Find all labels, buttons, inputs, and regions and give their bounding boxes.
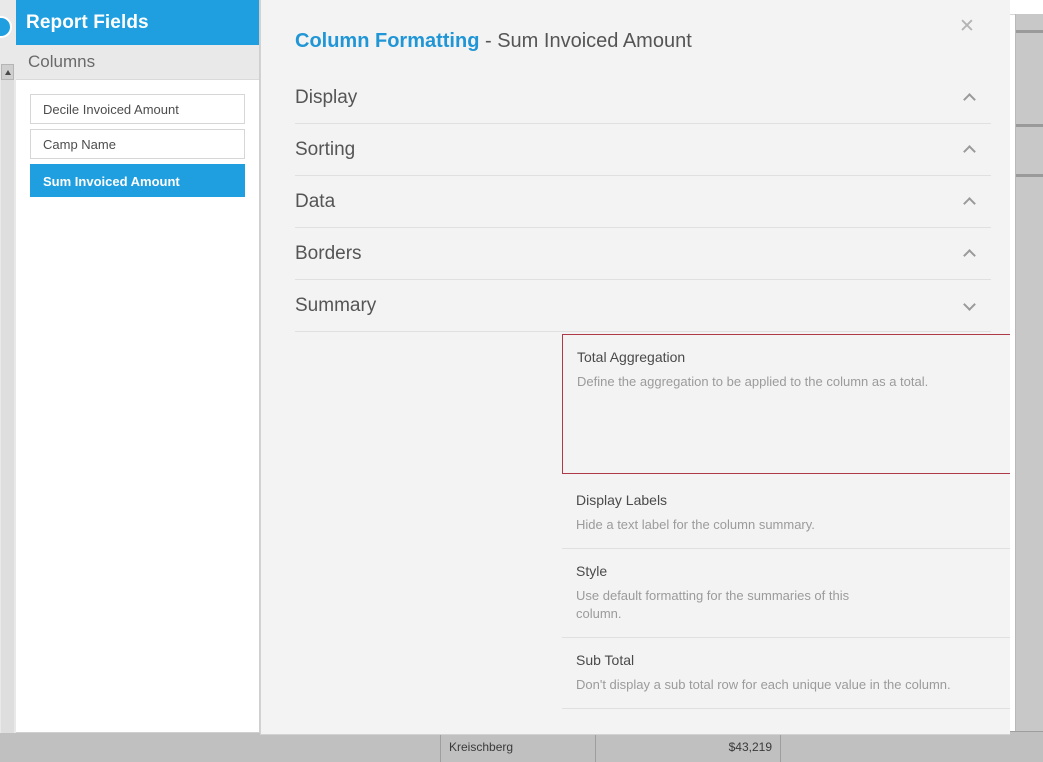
summary-panel: Total Aggregation Define the aggregation… [562, 334, 1010, 709]
accordion-label: Sorting [295, 138, 356, 160]
dialog-title: Column Formatting - Sum Invoiced Amount [295, 30, 692, 53]
setting-description: Hide a text label for the column summary… [576, 517, 815, 532]
column-formatting-dialog: ✕ Column Formatting - Sum Invoiced Amoun… [260, 0, 1010, 735]
setting-title: Display Labels [576, 492, 668, 508]
left-rail [0, 0, 17, 733]
table-cell-camp-name: Kreischberg [440, 732, 595, 762]
panel-rule [1016, 124, 1043, 127]
style-setting: Style Use default formatting for the sum… [562, 549, 1010, 638]
accordion-label: Borders [295, 242, 362, 264]
table-cell-trailing [780, 732, 1043, 762]
accordion-label: Summary [295, 294, 377, 316]
panel-rule [1016, 30, 1043, 33]
setting-title: Style [576, 563, 608, 579]
columns-subheader: Columns [16, 45, 259, 80]
dialog-title-main: Column Formatting [295, 30, 480, 52]
dialog-title-sub: - Sum Invoiced Amount [485, 30, 692, 52]
accordion: Display Sorting Data Borders Summary [295, 72, 991, 332]
background-right-panel [1015, 14, 1043, 762]
total-aggregation-setting: Total Aggregation Define the aggregation… [562, 334, 1010, 474]
report-fields-panel: Report Fields Columns Decile Invoiced Am… [16, 0, 260, 733]
accordion-section-sorting[interactable]: Sorting [295, 124, 991, 176]
total-aggregation-text: Total Aggregation Define the aggregation… [577, 349, 928, 461]
table-row[interactable]: Kreischberg $43,219 [0, 732, 1043, 762]
close-icon[interactable]: ✕ [957, 17, 977, 37]
accordion-label: Data [295, 190, 336, 212]
table-cell-spacer [0, 732, 440, 762]
circle-badge-icon [0, 16, 12, 38]
sub-total-text: Sub Total Don't display a sub total row … [576, 652, 951, 694]
vertical-scrollbar-track[interactable] [1, 80, 14, 733]
list-item[interactable]: Camp Name [30, 129, 245, 159]
chevron-up-icon [963, 143, 977, 157]
scroll-up-arrow-icon[interactable] [1, 64, 14, 80]
list-item-selected[interactable]: Sum Invoiced Amount [30, 164, 245, 197]
chevron-up-icon [963, 195, 977, 209]
chevron-down-icon [963, 299, 977, 313]
columns-list: Decile Invoiced Amount Camp Name Sum Inv… [16, 80, 259, 197]
sub-total-setting: Sub Total Don't display a sub total row … [562, 638, 1010, 709]
table-cell-amount: $43,219 [595, 732, 780, 762]
setting-description: Use default formatting for the summaries… [576, 588, 850, 621]
setting-title: Sub Total [576, 652, 635, 668]
report-fields-title: Report Fields [16, 0, 259, 45]
panel-rule [1016, 174, 1043, 177]
accordion-section-display[interactable]: Display [295, 72, 991, 124]
accordion-section-summary[interactable]: Summary [295, 280, 991, 332]
display-labels-setting: Display Labels Hide a text label for the… [562, 474, 1010, 549]
list-item[interactable]: Decile Invoiced Amount [30, 94, 245, 124]
style-text: Style Use default formatting for the sum… [576, 563, 876, 623]
accordion-label: Display [295, 86, 358, 108]
setting-description: Don't display a sub total row for each u… [576, 677, 951, 692]
setting-description: Define the aggregation to be applied to … [577, 374, 929, 389]
display-labels-text: Display Labels Hide a text label for the… [576, 492, 815, 534]
accordion-section-borders[interactable]: Borders [295, 228, 991, 280]
setting-title: Total Aggregation [577, 349, 686, 365]
accordion-section-data[interactable]: Data [295, 176, 991, 228]
chevron-up-icon [963, 247, 977, 261]
chevron-up-icon [963, 91, 977, 105]
